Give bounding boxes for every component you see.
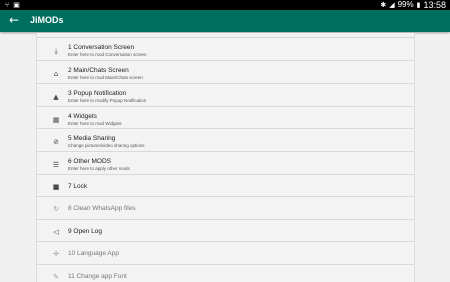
- image-notification-icon: ▣: [13, 1, 20, 9]
- menu-item-title: 3 Popup Notification: [68, 90, 127, 97]
- menu-card: ⤓ 1 Conversation Screen Enter here to mo…: [36, 33, 415, 282]
- app-title: JiMODs: [30, 15, 64, 25]
- bell-icon: ▲: [53, 93, 59, 101]
- menu-item-subtitle: Change pictures/video sharing options: [68, 143, 145, 148]
- menu-item-lock[interactable]: ■ 7 Lock: [37, 175, 414, 197]
- menu-item-media-sharing[interactable]: ⊘ 5 Media Sharing Change pictures/video …: [37, 129, 414, 152]
- menu-item-subtitle: Enter here to modify Popup Notification: [68, 98, 147, 103]
- menu-item-open-log[interactable]: ◁ 9 Open Log: [37, 220, 414, 242]
- home-icon: ⌂: [53, 70, 59, 78]
- volume-icon: ◁: [53, 228, 59, 236]
- app-bar: ← JiMODs: [0, 10, 450, 32]
- refresh-icon: ↻: [53, 205, 59, 213]
- menu-item-other-mods[interactable]: ☰ 6 Other MODS Enter here to apply other…: [37, 152, 414, 175]
- menu-item-title: 1 Conversation Screen: [68, 44, 135, 51]
- menu-item-title: 4 Widgets: [68, 113, 97, 120]
- bluetooth-icon: ✱: [380, 1, 387, 9]
- widgets-icon: ▦: [52, 116, 60, 124]
- menu-item-subtitle: Enter here to apply other mods: [68, 166, 130, 171]
- menu-item-popup-notification[interactable]: ▲ 3 Popup Notification Enter here to mod…: [37, 84, 414, 107]
- upload-icon: ⤓: [54, 47, 58, 55]
- menu-item-clean-whatsapp-files[interactable]: ↻ 8 Clean WhatsApp files: [37, 197, 414, 220]
- menu-item-widgets[interactable]: ▦ 4 Widgets Enter here to mod Widgets: [37, 107, 414, 129]
- menu-item-subtitle: Enter here to mod Main/Chats screen: [68, 75, 143, 80]
- menu-item-title: 5 Media Sharing: [68, 135, 116, 142]
- usb-icon: ⑂: [5, 1, 10, 9]
- menu-item-title: 7 Lock: [68, 183, 88, 190]
- menu-item-subtitle: Enter here to mod Conversation screen: [68, 52, 147, 57]
- language-icon: ✢: [53, 250, 59, 258]
- battery-icon: ▮: [416, 1, 421, 9]
- list-icon: ☰: [52, 161, 60, 169]
- menu-item-title: 2 Main/Chats Screen: [68, 67, 129, 74]
- menu-item-conversation-screen[interactable]: ⤓ 1 Conversation Screen Enter here to mo…: [37, 38, 414, 61]
- menu-item-title: 8 Clean WhatsApp files: [68, 205, 136, 212]
- back-arrow-icon[interactable]: ←: [9, 13, 19, 27]
- paperclip-icon: ⊘: [53, 138, 59, 146]
- menu-item-title: 6 Other MODS: [68, 158, 111, 165]
- clock: 13:58: [423, 0, 446, 10]
- menu-item-title: 11 Change app Font: [68, 273, 127, 280]
- signal-icon: ◢: [389, 1, 395, 9]
- status-bar: ⑂ ▣ ✱ ◢ 99% ▮ 13:58: [0, 0, 450, 10]
- menu-item-title: 10 Language App: [68, 250, 119, 257]
- pencil-icon: ✎: [53, 273, 59, 281]
- menu-item-change-app-font[interactable]: ✎ 11 Change app Font: [37, 265, 414, 282]
- menu-item-subtitle: Enter here to mod Widgets: [68, 121, 122, 126]
- menu-item-language-app[interactable]: ✢ 10 Language App: [37, 242, 414, 265]
- menu-item-title: 9 Open Log: [68, 228, 102, 235]
- battery-percent: 99%: [397, 0, 414, 9]
- lock-icon: ■: [52, 183, 60, 191]
- menu-item-main-chats-screen[interactable]: ⌂ 2 Main/Chats Screen Enter here to mod …: [37, 61, 414, 84]
